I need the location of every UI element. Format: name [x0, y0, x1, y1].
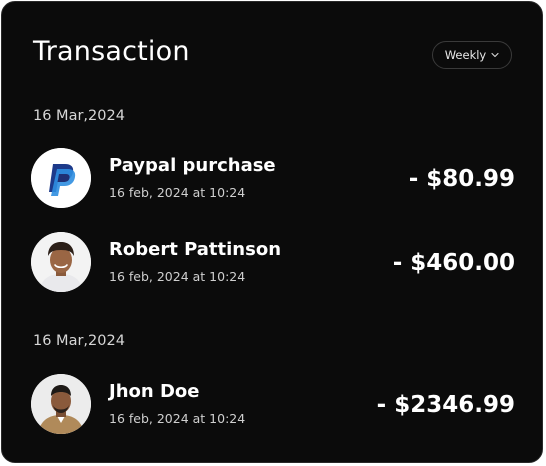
transaction-name: Robert Pattinson: [109, 239, 282, 260]
period-filter-label: Weekly: [444, 48, 487, 62]
transaction-amount: - $80.99: [408, 166, 515, 192]
transaction-time: 16 feb, 2024 at 10:24: [109, 411, 246, 426]
date-group-header: 16 Mar,2024: [33, 108, 125, 124]
transaction-row[interactable]: Jhon Doe 16 feb, 2024 at 10:24 - $2346.9…: [31, 374, 515, 436]
person-avatar-icon: [31, 232, 91, 292]
paypal-logo-icon: [31, 148, 91, 208]
page-title: Transaction: [33, 36, 190, 67]
date-group-header: 16 Mar,2024: [33, 333, 125, 349]
transaction-name: Jhon Doe: [109, 381, 200, 402]
transaction-time: 16 feb, 2024 at 10:24: [109, 185, 246, 200]
chevron-down-icon: [491, 52, 499, 58]
transaction-amount: - $2346.99: [376, 392, 515, 418]
person-avatar-icon: [31, 374, 91, 434]
transaction-time: 16 feb, 2024 at 10:24: [109, 269, 246, 284]
transaction-row[interactable]: Paypal purchase 16 feb, 2024 at 10:24 - …: [31, 148, 515, 210]
period-filter-dropdown[interactable]: Weekly: [432, 41, 512, 69]
transaction-row[interactable]: Robert Pattinson 16 feb, 2024 at 10:24 -…: [31, 232, 515, 294]
transaction-card: Transaction Weekly 16 Mar,2024 Paypal pu…: [1, 1, 543, 463]
transaction-amount: - $460.00: [392, 250, 515, 276]
transaction-name: Paypal purchase: [109, 155, 276, 176]
